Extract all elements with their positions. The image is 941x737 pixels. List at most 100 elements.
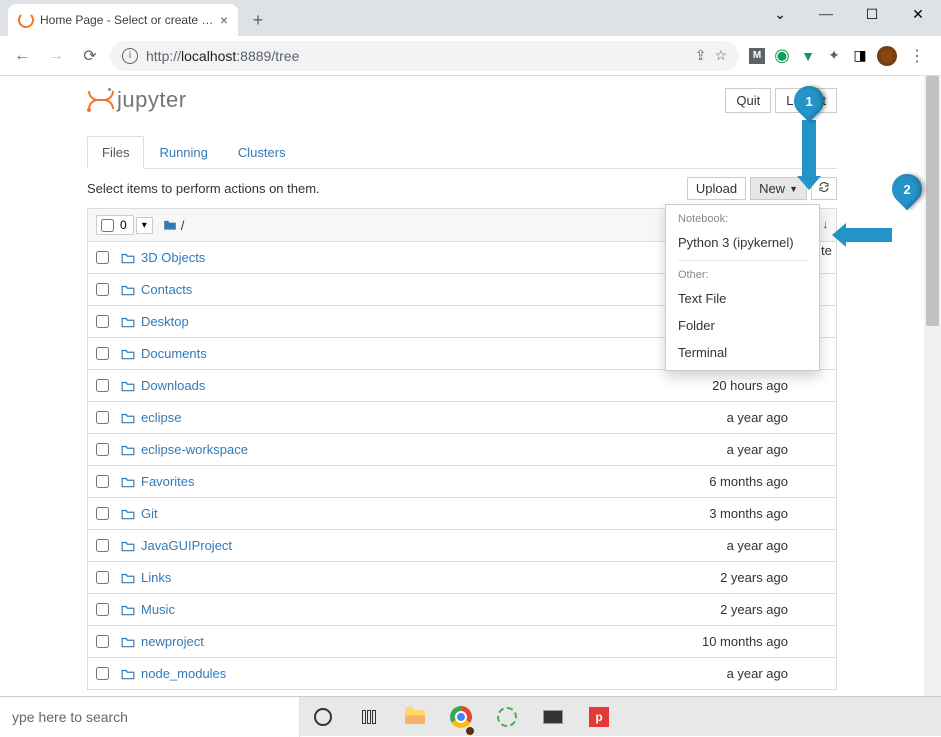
forward-button[interactable]: →: [42, 42, 70, 70]
address-bar[interactable]: i http://localhost:8889/tree ⇪ ☆: [110, 41, 739, 71]
row-checkbox[interactable]: [96, 475, 109, 488]
row-checkbox[interactable]: [96, 379, 109, 392]
close-window-button[interactable]: ✕: [895, 0, 941, 30]
column-modified-peek: te: [821, 243, 832, 258]
dropdown-terminal[interactable]: Terminal: [666, 339, 819, 366]
site-info-icon[interactable]: i: [122, 48, 138, 64]
row-name[interactable]: Favorites: [141, 474, 194, 489]
row-name[interactable]: node_modules: [141, 666, 226, 681]
select-all-checkbox[interactable]: [101, 219, 114, 232]
row-checkbox[interactable]: [96, 539, 109, 552]
tab-clusters[interactable]: Clusters: [223, 136, 301, 169]
row-name[interactable]: Links: [141, 570, 171, 585]
task-view-icon[interactable]: [346, 697, 392, 737]
new-button-label: New: [759, 181, 785, 196]
row-checkbox[interactable]: [96, 411, 109, 424]
row-checkbox[interactable]: [96, 315, 109, 328]
taskbar-search[interactable]: ype here to search: [0, 697, 300, 737]
row-modified: 2 years ago: [720, 570, 828, 585]
share-icon[interactable]: ⇪: [695, 47, 707, 64]
row-name[interactable]: Downloads: [141, 378, 205, 393]
hint-text: Select items to perform actions on them.: [87, 181, 320, 196]
row-checkbox[interactable]: [96, 635, 109, 648]
folder-icon: [121, 380, 135, 392]
maximize-button[interactable]: ☐: [849, 0, 895, 30]
extensions-button[interactable]: ✦: [825, 47, 843, 65]
folder-icon: [121, 348, 135, 360]
terminal-task-icon[interactable]: [530, 697, 576, 737]
row-modified: 6 months ago: [709, 474, 828, 489]
back-button[interactable]: ←: [8, 42, 36, 70]
scrollbar[interactable]: [924, 76, 941, 696]
row-checkbox[interactable]: [96, 603, 109, 616]
row-name[interactable]: eclipse-workspace: [141, 442, 248, 457]
profile-avatar[interactable]: [877, 46, 897, 66]
row-name[interactable]: newproject: [141, 634, 204, 649]
row-checkbox[interactable]: [96, 667, 109, 680]
dropdown-folder[interactable]: Folder: [666, 312, 819, 339]
new-tab-button[interactable]: +: [244, 6, 272, 34]
row-name[interactable]: 3D Objects: [141, 250, 205, 265]
browser-menu-button[interactable]: ⋮: [905, 46, 929, 66]
reload-button[interactable]: ⟳: [76, 42, 104, 70]
row-checkbox[interactable]: [96, 283, 109, 296]
upload-button[interactable]: Upload: [687, 177, 746, 200]
annotation-arrow-2: [844, 228, 892, 242]
row-name[interactable]: Desktop: [141, 314, 189, 329]
browser-tab[interactable]: Home Page - Select or create a n ×: [8, 4, 238, 36]
row-name[interactable]: Contacts: [141, 282, 192, 297]
bookmark-icon[interactable]: ☆: [714, 47, 727, 64]
file-row: Music 2 years ago: [87, 594, 837, 626]
sort-down-icon: ↓: [823, 219, 829, 231]
extension-grammarly-icon[interactable]: ◉: [773, 47, 791, 65]
file-explorer-icon[interactable]: [392, 697, 438, 737]
tab-files[interactable]: Files: [87, 136, 144, 169]
file-row: node_modulesa year ago: [87, 658, 837, 690]
row-name[interactable]: Documents: [141, 346, 207, 361]
side-panel-icon[interactable]: ◨: [851, 47, 869, 65]
select-all-group[interactable]: 0: [96, 215, 134, 235]
jupyter-logo-text: jupyter: [117, 87, 187, 113]
select-dropdown-caret[interactable]: ▾: [136, 217, 153, 234]
row-name[interactable]: Git: [141, 506, 158, 521]
jupyter-logo[interactable]: jupyter: [87, 87, 187, 113]
row-name[interactable]: Music: [141, 602, 175, 617]
row-checkbox[interactable]: [96, 251, 109, 264]
extension-shield-icon[interactable]: ▼: [799, 47, 817, 65]
jupyter-logo-icon: [87, 87, 113, 113]
jupyter-task-icon[interactable]: [484, 697, 530, 737]
row-name[interactable]: JavaGUIProject: [141, 538, 232, 553]
tab-close-icon[interactable]: ×: [220, 12, 228, 28]
extension-m-icon[interactable]: M: [749, 48, 765, 64]
dropdown-python3[interactable]: Python 3 (ipykernel): [666, 229, 819, 256]
cortana-icon[interactable]: [300, 697, 346, 737]
folder-icon: [121, 604, 135, 616]
url-text: http://localhost:8889/tree: [146, 48, 687, 64]
quit-button[interactable]: Quit: [725, 88, 771, 113]
row-modified: a year ago: [727, 410, 828, 425]
dropdown-textfile[interactable]: Text File: [666, 285, 819, 312]
tab-running[interactable]: Running: [144, 136, 222, 169]
extension-icons: M ◉ ▼ ✦ ◨ ⋮: [745, 46, 933, 66]
tabs-dropdown-icon[interactable]: ⌄: [774, 6, 786, 23]
row-checkbox[interactable]: [96, 571, 109, 584]
file-row: Downloads20 hours ago: [87, 370, 837, 402]
row-name[interactable]: eclipse: [141, 410, 181, 425]
scrollbar-thumb[interactable]: [926, 76, 939, 326]
breadcrumb[interactable]: /: [163, 218, 185, 233]
annotation-arrow-1: [802, 120, 816, 178]
folder-icon: [121, 284, 135, 296]
row-checkbox[interactable]: [96, 347, 109, 360]
row-modified: a year ago: [727, 538, 828, 553]
p-app-icon[interactable]: p: [576, 697, 622, 737]
row-modified: 2 years ago: [720, 602, 828, 617]
folder-icon: [121, 540, 135, 552]
minimize-button[interactable]: —: [803, 0, 849, 30]
dropdown-divider: [678, 260, 807, 261]
folder-icon: [121, 572, 135, 584]
row-checkbox[interactable]: [96, 443, 109, 456]
chrome-icon[interactable]: [438, 697, 484, 737]
row-modified: 10 months ago: [702, 634, 828, 649]
row-checkbox[interactable]: [96, 507, 109, 520]
row-modified: 3 months ago: [709, 506, 828, 521]
